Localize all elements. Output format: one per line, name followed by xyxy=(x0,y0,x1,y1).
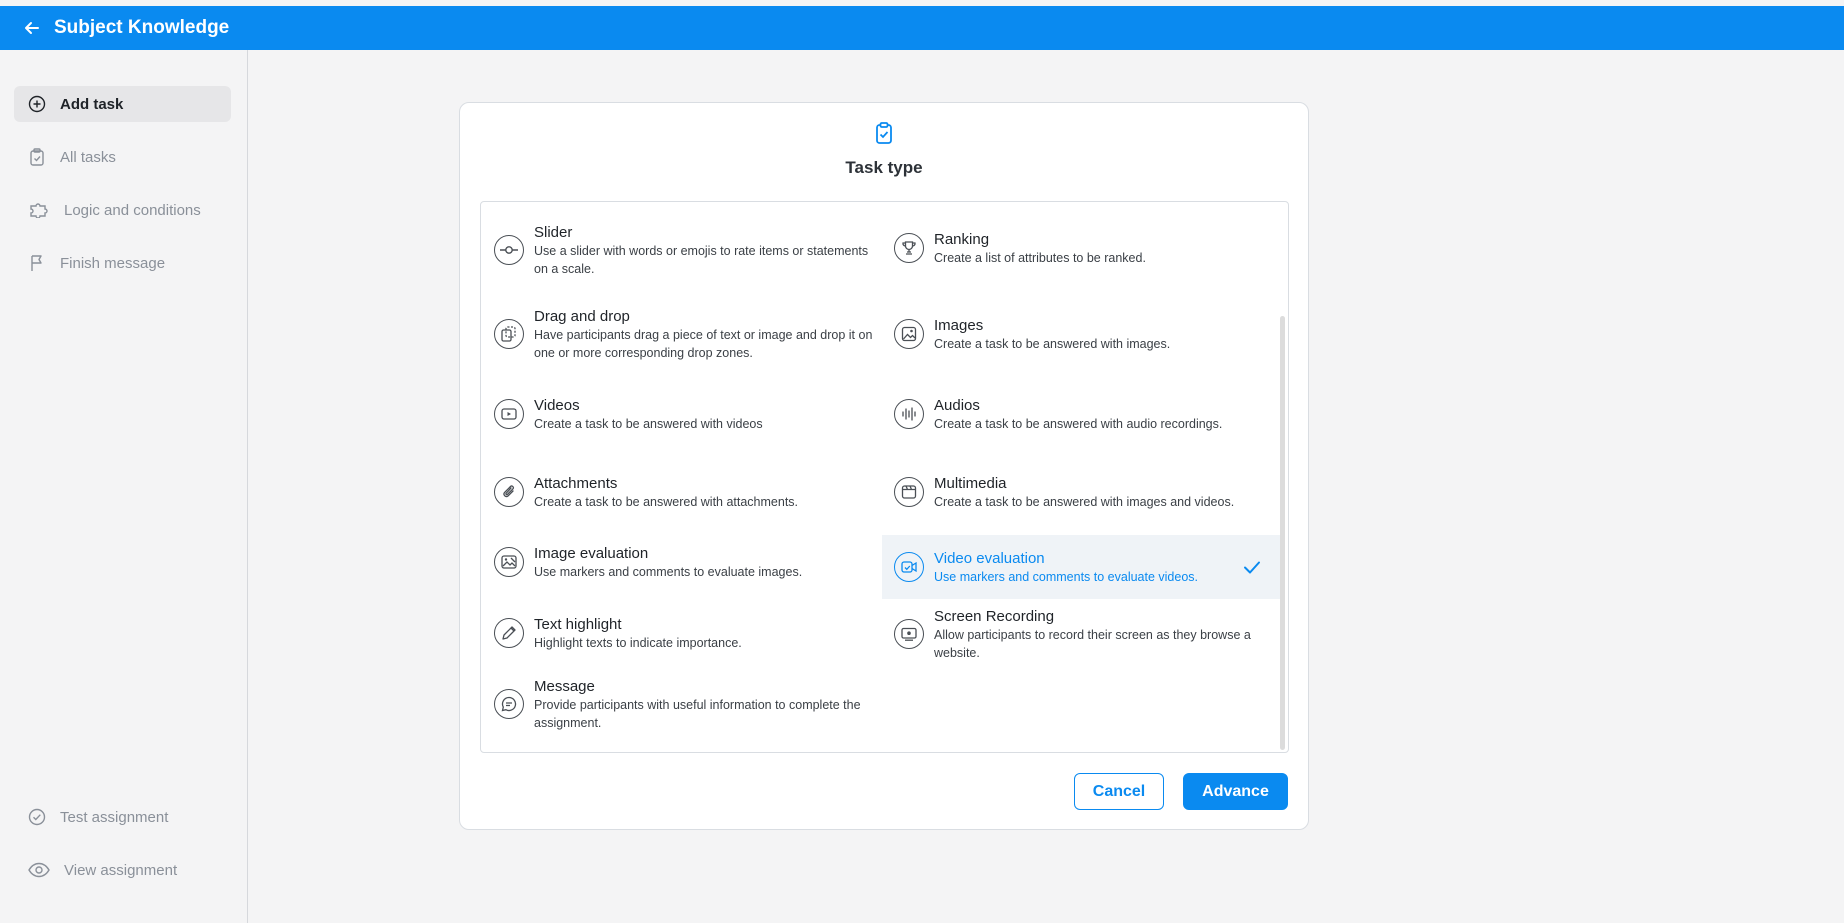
message-icon xyxy=(494,689,524,719)
sidebar-item-label: View assignment xyxy=(64,861,178,879)
option-description: Create a task to be answered with images… xyxy=(934,336,1171,351)
option-image-evaluation[interactable]: Image evaluation Use markers and comment… xyxy=(494,540,874,584)
option-title: Text highlight xyxy=(534,615,622,633)
option-title: Ranking xyxy=(934,230,990,248)
dialog-title: Task type xyxy=(845,158,923,177)
option-description: Use markers and comments to evaluate ima… xyxy=(534,564,803,579)
sidebar-item-label: Add task xyxy=(60,95,124,113)
option-title: Videos xyxy=(534,396,580,414)
image-icon xyxy=(894,319,924,349)
screen-record-icon xyxy=(894,619,924,649)
option-title: Message xyxy=(534,677,595,695)
option-title: Attachments xyxy=(534,474,618,492)
option-description: Create a task to be answered with audio … xyxy=(934,416,1223,431)
video-evaluation-icon xyxy=(894,552,924,582)
option-description: Use a slider with words or emojis to rat… xyxy=(534,243,869,276)
option-attachments[interactable]: Attachments Create a task to be answered… xyxy=(494,470,874,514)
puzzle-icon xyxy=(28,201,50,219)
plus-circle-icon xyxy=(28,95,46,113)
task-type-list: Slider Use a slider with words or emojis… xyxy=(480,201,1289,753)
option-title: Images xyxy=(934,316,984,334)
option-description: Create a task to be answered with images… xyxy=(934,494,1235,509)
dialog-header: Task type xyxy=(460,121,1308,178)
sidebar-item-logic[interactable]: Logic and conditions xyxy=(14,192,231,228)
sidebar-item-finish-message[interactable]: Finish message xyxy=(14,245,231,281)
option-description: Provide participants with useful informa… xyxy=(534,697,861,730)
option-audios[interactable]: Audios Create a task to be answered with… xyxy=(894,386,1274,442)
option-title: Video evaluation xyxy=(934,549,1045,567)
clipboard-icon xyxy=(28,148,46,166)
option-description: Create a task to be answered with videos xyxy=(534,416,763,431)
clipboard-check-icon xyxy=(873,121,895,145)
option-slider[interactable]: Slider Use a slider with words or emojis… xyxy=(494,218,874,282)
task-type-dialog: Task type Slider Use a slider with words… xyxy=(459,102,1309,830)
audio-wave-icon xyxy=(894,399,924,429)
slider-icon xyxy=(494,235,524,265)
option-description: Allow participants to record their scree… xyxy=(934,627,1251,660)
option-videos[interactable]: Videos Create a task to be answered with… xyxy=(494,392,874,436)
sidebar-item-test-assignment[interactable]: Test assignment xyxy=(14,799,231,835)
option-images[interactable]: Images Create a task to be answered with… xyxy=(894,312,1274,356)
drag-drop-icon xyxy=(494,319,524,349)
option-title: Image evaluation xyxy=(534,544,649,562)
multimedia-icon xyxy=(894,477,924,507)
list-scrollbar[interactable] xyxy=(1280,316,1285,750)
option-multimedia[interactable]: Multimedia Create a task to be answered … xyxy=(894,464,1274,520)
option-description: Create a list of attributes to be ranked… xyxy=(934,250,1146,265)
top-bar: Subject Knowledge xyxy=(0,6,1844,50)
checkmark-icon xyxy=(1242,557,1262,577)
paperclip-icon xyxy=(494,477,524,507)
option-title: Slider xyxy=(534,223,573,241)
back-arrow-icon[interactable] xyxy=(22,18,42,38)
trophy-icon xyxy=(894,233,924,263)
option-title: Screen Recording xyxy=(934,607,1055,625)
check-circle-icon xyxy=(28,808,46,826)
option-description: Use markers and comments to evaluate vid… xyxy=(934,569,1199,584)
cancel-button[interactable]: Cancel xyxy=(1074,773,1164,810)
option-screen-recording[interactable]: Screen Recording Allow participants to r… xyxy=(894,606,1274,662)
option-title: Drag and drop xyxy=(534,307,630,325)
sidebar-item-all-tasks[interactable]: All tasks xyxy=(14,139,231,175)
sidebar-item-label: Logic and conditions xyxy=(64,201,201,219)
page-title: Subject Knowledge xyxy=(54,17,230,38)
option-ranking[interactable]: Ranking Create a list of attributes to b… xyxy=(894,226,1274,270)
option-video-evaluation[interactable]: Video evaluation Use markers and comment… xyxy=(882,535,1282,599)
image-evaluation-icon xyxy=(494,547,524,577)
sidebar-item-label: Finish message xyxy=(60,254,166,272)
option-description: Highlight texts to indicate importance. xyxy=(534,635,742,650)
option-title: Multimedia xyxy=(934,474,1007,492)
sidebar-item-label: All tasks xyxy=(60,148,116,166)
sidebar-item-label: Test assignment xyxy=(60,808,169,826)
option-title: Audios xyxy=(934,396,980,414)
video-icon xyxy=(494,399,524,429)
eye-icon xyxy=(28,861,50,879)
option-text-highlight[interactable]: Text highlight Highlight texts to indica… xyxy=(494,611,874,655)
sidebar: Add task All tasks Logic and conditions … xyxy=(0,50,248,923)
option-message[interactable]: Message Provide participants with useful… xyxy=(494,672,874,736)
option-drag-and-drop[interactable]: Drag and drop Have participants drag a p… xyxy=(494,296,874,372)
flag-icon xyxy=(28,254,46,272)
sidebar-item-view-assignment[interactable]: View assignment xyxy=(14,852,231,888)
sidebar-item-add-task[interactable]: Add task xyxy=(14,86,231,122)
advance-button[interactable]: Advance xyxy=(1183,773,1288,810)
pencil-icon xyxy=(494,618,524,648)
option-description: Create a task to be answered with attach… xyxy=(534,494,799,509)
option-description: Have participants drag a piece of text o… xyxy=(534,327,873,360)
